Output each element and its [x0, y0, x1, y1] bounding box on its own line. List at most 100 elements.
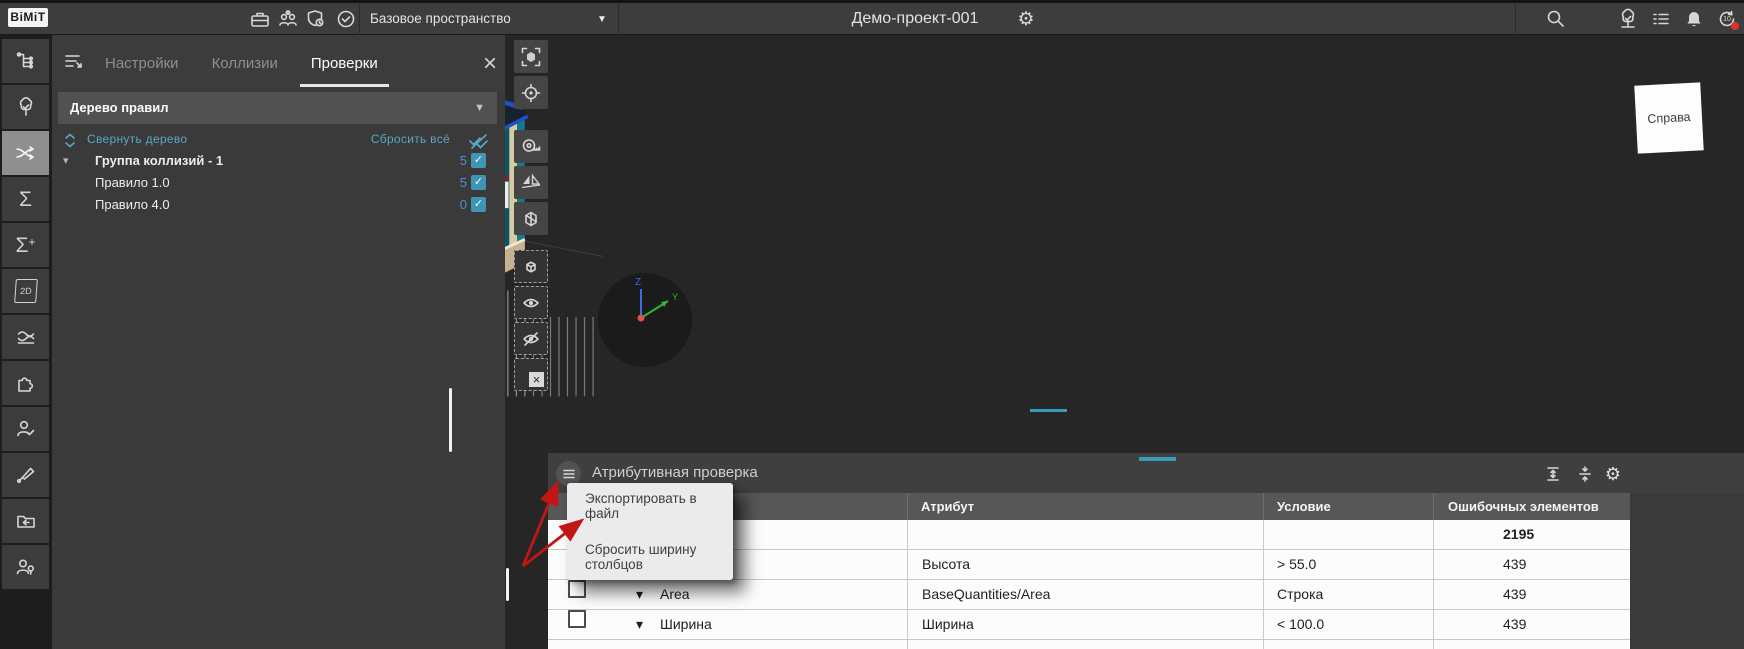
- menu-item-export[interactable]: Экспортировать в файл: [567, 487, 733, 525]
- scrollbar-thumb[interactable]: [506, 568, 509, 601]
- sidebar-item-export-folder[interactable]: [2, 499, 49, 543]
- column-divider[interactable]: [1263, 493, 1264, 520]
- trowel-icon: [15, 464, 37, 486]
- sidebar-item-approvals[interactable]: [2, 407, 49, 451]
- mirror-button[interactable]: [514, 166, 548, 199]
- col-condition: Условие: [1277, 493, 1331, 520]
- eye-icon: [521, 293, 541, 313]
- waves-icon: [15, 326, 37, 348]
- row-checkbox[interactable]: [568, 610, 586, 628]
- tab-checks[interactable]: Проверки: [300, 49, 389, 87]
- expand-rows-button[interactable]: [1543, 464, 1563, 484]
- tree-row-group[interactable]: ▾ Группа коллизий - 1 5 ✓: [52, 152, 505, 172]
- collapse-expand-icon[interactable]: [63, 132, 77, 149]
- chevron-down-icon[interactable]: ▾: [636, 610, 643, 639]
- task-list-button[interactable]: [1648, 6, 1674, 32]
- tab-settings[interactable]: Настройки: [105, 49, 179, 87]
- sidebar-item-sum-add[interactable]: Σ+: [2, 223, 49, 267]
- tree-row-label: Правило 4.0: [95, 197, 170, 212]
- bell-icon: [1683, 8, 1705, 30]
- column-divider[interactable]: [907, 493, 908, 520]
- section-cube-icon: [519, 207, 543, 231]
- user-pin-icon: [15, 556, 37, 578]
- collapse-tree-link[interactable]: Свернуть дерево: [87, 132, 187, 146]
- workspace-selector[interactable]: Базовое пространство ▼: [360, 3, 618, 35]
- measure-tape-icon: [519, 135, 543, 159]
- panel-menu-button[interactable]: [62, 49, 88, 75]
- measure-button[interactable]: [514, 130, 548, 163]
- cell-attribute: BaseQuantities/Area: [922, 580, 1050, 609]
- divider-handle[interactable]: [1030, 409, 1067, 412]
- section-box-button[interactable]: [514, 202, 548, 235]
- sidebar-item-environment[interactable]: [2, 85, 49, 129]
- sidebar-item-graphs[interactable]: [2, 315, 49, 359]
- search-icon: [1545, 8, 1567, 30]
- sidebar-item-2d[interactable]: 2D: [2, 269, 49, 313]
- shuffle-icon: [14, 142, 38, 164]
- tree-row-checkbox[interactable]: ✓: [471, 175, 486, 190]
- top-bar: BiMiT Базовое простран: [0, 0, 1744, 35]
- checks-button[interactable]: [333, 6, 359, 32]
- folder-export-icon: [15, 510, 37, 532]
- notifications-button[interactable]: [1681, 6, 1707, 32]
- table-row[interactable]: ▾ Area BaseQuantities/Area Строка 439: [548, 580, 1630, 610]
- show-button[interactable]: [514, 286, 548, 319]
- tree-row-rule[interactable]: Правило 4.0 0 ✓: [52, 196, 505, 216]
- project-title: Демо-проект-001: [820, 3, 1010, 35]
- model-tree-button[interactable]: [1615, 6, 1641, 32]
- rules-tree-section-header[interactable]: Дерево правил ▼: [58, 92, 497, 124]
- close-icon[interactable]: ×: [477, 52, 503, 78]
- left-toolbar: Σ Σ+ 2D: [0, 35, 52, 649]
- sigma-plus-icon: Σ+: [16, 235, 36, 256]
- tab-collisions[interactable]: Коллизии: [212, 49, 278, 87]
- table-row[interactable]: ▾ Ширина Ширина < 100.0 439: [548, 610, 1630, 640]
- sidebar-item-sum[interactable]: Σ: [2, 177, 49, 221]
- hamburger-arrow-icon: [62, 49, 86, 73]
- axis-triad-icon: Z Y: [598, 273, 692, 367]
- table-context-menu: Экспортировать в файл Сбросить ширину ст…: [567, 483, 733, 580]
- view-orientation-billboard: Справа: [1634, 82, 1703, 153]
- cell-condition: < 100.0: [1277, 610, 1324, 639]
- panel-resize-handle[interactable]: [1139, 457, 1176, 461]
- column-divider: [1433, 520, 1434, 649]
- users-group-icon: [277, 8, 299, 30]
- uncheck-all-icon[interactable]: [468, 131, 490, 151]
- sidebar-item-structure[interactable]: [2, 39, 49, 83]
- sidebar-item-user-location[interactable]: [2, 545, 49, 589]
- cell-errors: 439: [1503, 610, 1526, 639]
- isolate-button[interactable]: [514, 250, 548, 283]
- shield-clock-icon: [305, 8, 327, 30]
- reset-all-link[interactable]: Сбросить всё: [371, 132, 450, 146]
- tree-row-label: Правило 1.0: [95, 175, 170, 190]
- column-divider: [907, 520, 908, 649]
- project-settings-button[interactable]: ⚙: [1013, 6, 1039, 32]
- cube-icon: [521, 257, 541, 277]
- protection-button[interactable]: [303, 6, 329, 32]
- tree-icon: [1617, 8, 1639, 30]
- locate-button[interactable]: [514, 76, 548, 109]
- sidebar-item-collisions[interactable]: [2, 131, 49, 175]
- scrollbar-thumb[interactable]: [449, 388, 452, 452]
- hide-button[interactable]: [514, 322, 548, 355]
- collapse-rows-button[interactable]: [1575, 464, 1595, 484]
- cell-attribute: Ширина: [922, 610, 974, 639]
- tree-icon: [15, 96, 37, 118]
- fit-view-button[interactable]: [514, 40, 548, 73]
- tree-row-checkbox[interactable]: ✓: [471, 197, 486, 212]
- clear-selection-button[interactable]: ×: [514, 358, 548, 391]
- tree-row-checkbox[interactable]: ✓: [471, 153, 486, 168]
- team-button[interactable]: [275, 6, 301, 32]
- sidebar-item-plugins[interactable]: [2, 361, 49, 405]
- projects-button[interactable]: [247, 6, 273, 32]
- menu-item-reset-columns[interactable]: Сбросить ширину столбцов: [567, 538, 733, 576]
- chevron-down-icon[interactable]: ▾: [636, 580, 643, 609]
- sidebar-item-construction[interactable]: [2, 453, 49, 497]
- row-checkbox[interactable]: [568, 580, 586, 598]
- search-button[interactable]: [1543, 6, 1569, 32]
- tree-row-rule[interactable]: Правило 1.0 5 ✓: [52, 174, 505, 194]
- cell-errors: 2195: [1503, 520, 1534, 549]
- gear-icon: ⚙: [1017, 8, 1034, 31]
- navigation-gizmo[interactable]: Z Y: [598, 273, 692, 367]
- column-divider[interactable]: [1433, 493, 1434, 520]
- table-settings-button[interactable]: ⚙: [1603, 464, 1623, 484]
